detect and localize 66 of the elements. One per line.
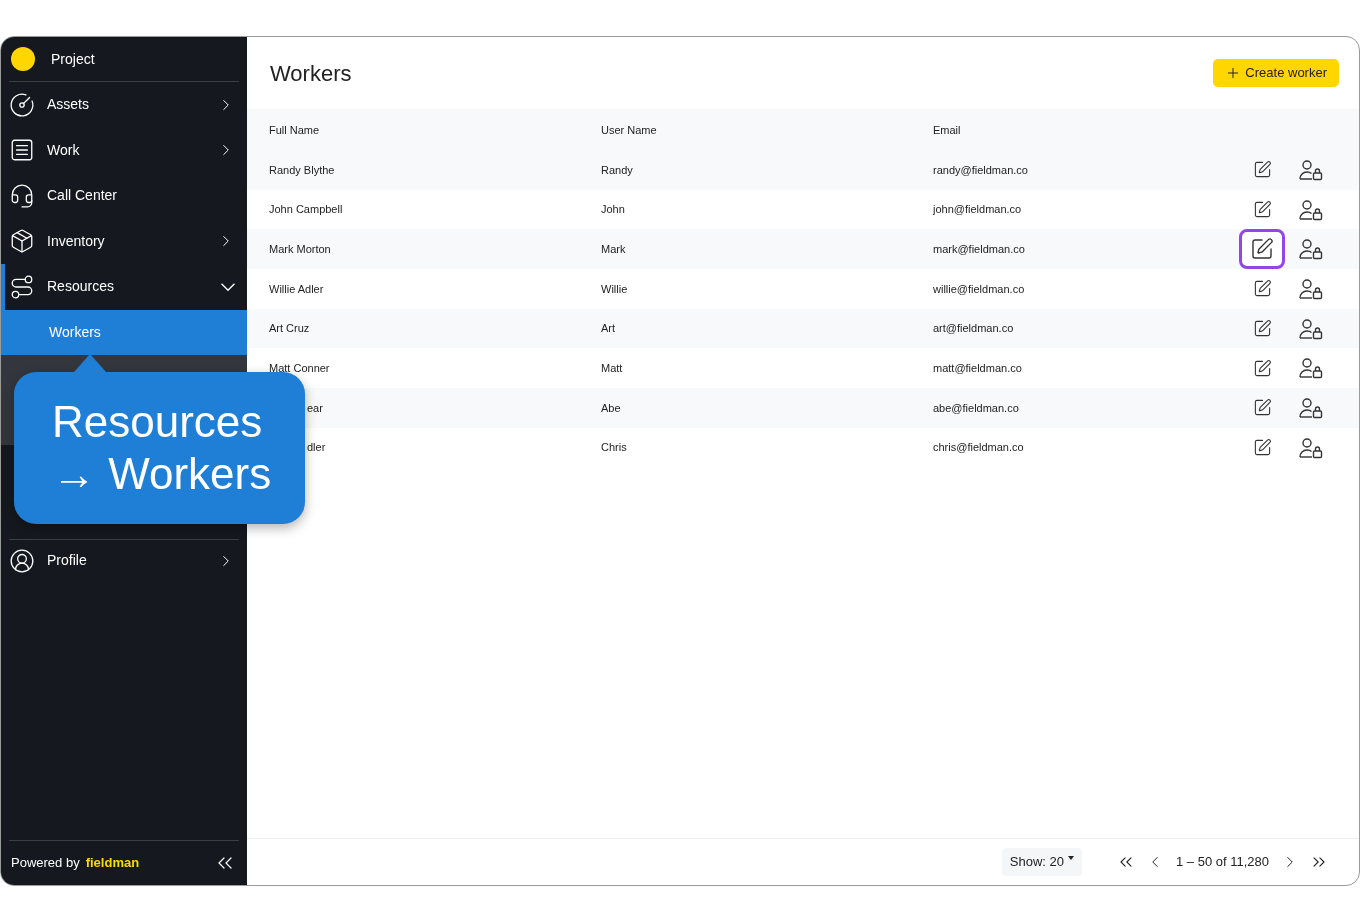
nav-icon bbox=[9, 273, 35, 300]
callout-text: → Workers bbox=[52, 448, 273, 500]
table-cell: Matt Conner bbox=[269, 362, 330, 375]
table-cell: dler bbox=[307, 441, 326, 454]
powered-by-label: Powered by bbox=[11, 854, 80, 873]
table-cell: matt@fieldman.co bbox=[933, 362, 1022, 375]
profile-icon bbox=[9, 547, 35, 574]
edit-icon bbox=[1252, 319, 1272, 339]
table-cell: Chris bbox=[601, 441, 627, 454]
table-cell: Art bbox=[601, 322, 616, 335]
user-lock-icon[interactable] bbox=[1299, 158, 1323, 181]
user-lock-icon[interactable] bbox=[1299, 357, 1323, 380]
nav-item[interactable]: Inventory bbox=[1, 218, 247, 264]
table-cell: mark@fieldman.co bbox=[933, 242, 1025, 255]
user-lock-icon[interactable] bbox=[1299, 396, 1323, 419]
table-cell: john@fieldman.co bbox=[933, 203, 1022, 216]
table-cell: Randy Blythe bbox=[269, 163, 335, 176]
edit-icon bbox=[1252, 398, 1272, 418]
project-name[interactable]: Project bbox=[51, 48, 95, 70]
user-lock-icon[interactable] bbox=[1299, 436, 1323, 459]
table-cell: Matt bbox=[601, 362, 623, 375]
edit-icon bbox=[1250, 237, 1274, 262]
table-cell: John Campbell bbox=[269, 203, 343, 216]
table-cell: willie@fieldman.co bbox=[933, 282, 1025, 295]
nav-icon bbox=[9, 228, 35, 255]
user-lock-icon[interactable] bbox=[1299, 277, 1323, 300]
column-header: Full Name bbox=[268, 122, 321, 138]
edit-icon bbox=[1252, 160, 1272, 180]
caret-icon bbox=[1068, 856, 1074, 860]
nav-item[interactable]: Call Center bbox=[1, 173, 247, 219]
edit-icon bbox=[1252, 200, 1272, 220]
page-size-select[interactable]: Show: 20 bbox=[1001, 848, 1082, 876]
table-cell: Mark Morton bbox=[269, 242, 331, 255]
table-cell: Art Cruz bbox=[269, 322, 310, 335]
user-lock-icon[interactable] bbox=[1299, 238, 1323, 261]
table-cell: randy@fieldman.co bbox=[933, 163, 1028, 176]
page-title: Workers bbox=[270, 59, 352, 88]
nav-icon bbox=[9, 91, 35, 118]
user-lock-icon[interactable] bbox=[1299, 317, 1323, 340]
column-header: Email bbox=[932, 122, 962, 138]
table-cell: Willie bbox=[601, 282, 628, 295]
table-cell: chris@fieldman.co bbox=[933, 441, 1024, 454]
table-cell: Abe bbox=[601, 401, 621, 414]
nav-item[interactable]: Profile bbox=[1, 539, 247, 582]
edit-button[interactable] bbox=[1239, 229, 1285, 270]
callout-text: Resources bbox=[52, 396, 264, 448]
create-worker-button[interactable]: Create worker bbox=[1213, 59, 1339, 87]
table-cell: Willie Adler bbox=[269, 282, 324, 295]
nav-item[interactable]: Assets bbox=[1, 82, 247, 128]
nav-subitem[interactable]: Workers bbox=[1, 309, 247, 355]
brand-name[interactable]: fieldman bbox=[85, 853, 140, 873]
table-cell: Randy bbox=[601, 163, 633, 176]
user-lock-icon[interactable] bbox=[1299, 198, 1323, 221]
table-cell: ear bbox=[307, 401, 323, 414]
nav-item[interactable]: Work bbox=[1, 127, 247, 173]
edit-icon bbox=[1252, 279, 1272, 299]
table-cell: John bbox=[601, 203, 625, 216]
table-cell: Mark bbox=[601, 242, 626, 255]
table-cell: abe@fieldman.co bbox=[933, 401, 1019, 414]
nav-icon bbox=[9, 182, 35, 209]
edit-icon bbox=[1252, 438, 1272, 458]
page-range: 1 – 50 of 11,280 bbox=[1176, 853, 1269, 872]
table-cell: art@fieldman.co bbox=[933, 322, 1014, 335]
chevron-down-icon bbox=[221, 282, 235, 291]
column-header: User Name bbox=[600, 122, 658, 138]
edit-icon bbox=[1252, 358, 1272, 378]
